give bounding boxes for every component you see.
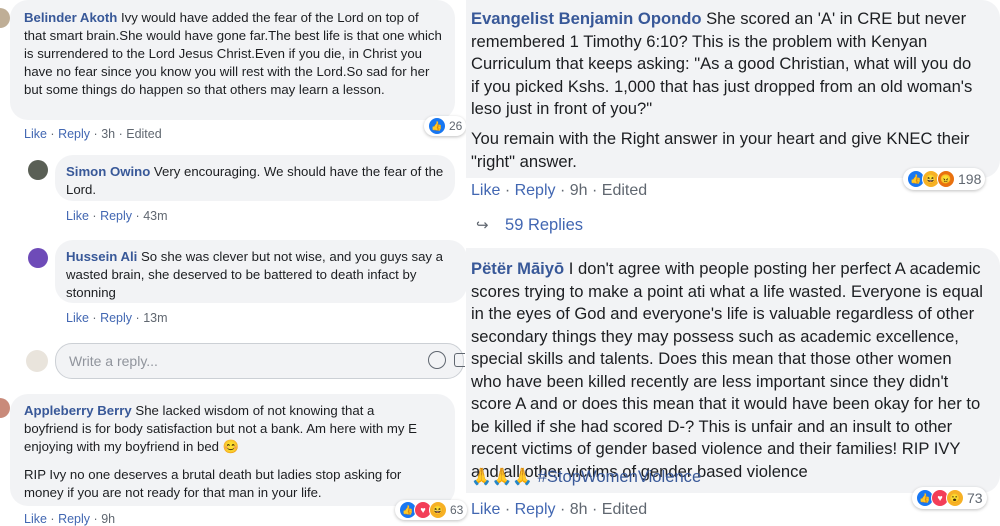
reaction-count: 26 <box>449 119 463 133</box>
like-link[interactable]: Like <box>66 209 89 223</box>
comment-author-name[interactable]: Hussein Ali <box>66 249 137 264</box>
reply-composer[interactable]: Write a reply... <box>55 343 465 379</box>
comment-bubble: Hussein Ali So she was clever but not wi… <box>55 240 467 303</box>
reply-link[interactable]: Reply <box>58 512 90 526</box>
comment-author-name[interactable]: Belinder Akoth <box>24 10 117 25</box>
comment-bubble: Belinder Akoth Ivy would have added the … <box>10 0 455 120</box>
edited-label[interactable]: Edited <box>126 127 161 141</box>
emoji-icon[interactable] <box>428 351 446 369</box>
reaction-count: 63 <box>450 503 464 517</box>
comment-actions: Like · Reply · 43m <box>66 209 168 223</box>
current-user-avatar <box>26 350 48 372</box>
comment-bubble: Evangelist Benjamin Opondo She scored an… <box>466 0 1000 178</box>
pray-emojis: 🙏🙏🙏 <box>471 467 533 486</box>
comment-author-name[interactable]: Simon Owino <box>66 164 150 179</box>
like-link[interactable]: Like <box>471 182 500 199</box>
comment-text-paragraph: RIP Ivy no one deserves a brutal death b… <box>24 467 402 500</box>
angry-reaction-icon: 😠 <box>937 170 955 188</box>
comment-bubble: Simon Owino Very encouraging. We should … <box>55 155 455 201</box>
reply-link[interactable]: Reply <box>58 127 90 141</box>
comment-text: I don't agree with people posting her pe… <box>471 259 983 481</box>
comment-text-paragraph: You remain with the Right answer in your… <box>471 129 970 171</box>
comment-actions: Like · Reply · 8h · Edited <box>471 501 648 518</box>
reply-link[interactable]: Reply <box>515 501 556 518</box>
comment-bubble: Pëtër Māiyō I don't agree with people po… <box>466 248 1000 493</box>
avatar[interactable] <box>28 160 48 180</box>
view-replies-link[interactable]: ↪ 59 Replies <box>476 216 583 235</box>
like-link[interactable]: Like <box>471 501 500 518</box>
reply-link[interactable]: Reply <box>515 182 556 199</box>
like-link[interactable]: Like <box>66 311 89 325</box>
left-comments-panel: Belinder Akoth Ivy would have added the … <box>0 0 468 526</box>
reaction-summary[interactable]: 👍 26 <box>424 116 467 136</box>
wow-reaction-icon: 😮 <box>946 489 964 507</box>
edited-label[interactable]: Edited <box>602 182 647 199</box>
timestamp[interactable]: 8h <box>570 501 588 518</box>
reaction-count: 73 <box>967 490 983 506</box>
reaction-summary[interactable]: 👍 ♥ 😆 63 <box>395 500 468 520</box>
comment-author-name[interactable]: Evangelist Benjamin Opondo <box>471 9 702 28</box>
like-link[interactable]: Like <box>24 512 47 526</box>
avatar[interactable] <box>0 8 10 28</box>
comment-actions: Like · Reply · 13m <box>66 311 168 325</box>
timestamp[interactable]: 43m <box>143 209 167 223</box>
comment-actions: Like · Reply · 9h <box>24 512 116 526</box>
reaction-summary[interactable]: 👍 😆 😠 198 <box>903 168 986 190</box>
reply-link[interactable]: Reply <box>100 311 132 325</box>
timestamp[interactable]: 9h <box>570 182 588 199</box>
replies-count-label[interactable]: 59 Replies <box>505 216 583 234</box>
reaction-summary[interactable]: 👍 ♥ 😮 73 <box>912 487 987 509</box>
right-comments-panel: Evangelist Benjamin Opondo She scored an… <box>466 0 1000 525</box>
reply-link[interactable]: Reply <box>100 209 132 223</box>
reply-input[interactable]: Write a reply... <box>69 353 158 369</box>
timestamp[interactable]: 13m <box>143 311 167 325</box>
comment-author-name[interactable]: Pëtër Māiyō <box>471 259 564 278</box>
comment-bubble: Appleberry Berry She lacked wisdom of no… <box>10 394 455 506</box>
timestamp[interactable]: 9h <box>101 512 115 526</box>
like-link[interactable]: Like <box>24 127 47 141</box>
reply-arrow-icon: ↪ <box>476 217 489 234</box>
timestamp[interactable]: 3h <box>101 127 115 141</box>
like-reaction-icon: 👍 <box>428 117 446 135</box>
reaction-count: 198 <box>958 171 982 187</box>
camera-icon[interactable] <box>454 353 465 367</box>
edited-label[interactable]: Edited <box>602 501 647 518</box>
comment-actions: Like · Reply · 9h · Edited <box>471 182 648 199</box>
hashtag-link[interactable]: #StopWomenViolence <box>538 467 702 486</box>
comment-actions: Like · Reply · 3h · Edited <box>24 127 162 141</box>
comment-author-name[interactable]: Appleberry Berry <box>24 403 132 418</box>
haha-reaction-icon: 😆 <box>429 501 447 519</box>
avatar[interactable] <box>28 248 48 268</box>
avatar[interactable] <box>0 398 10 418</box>
